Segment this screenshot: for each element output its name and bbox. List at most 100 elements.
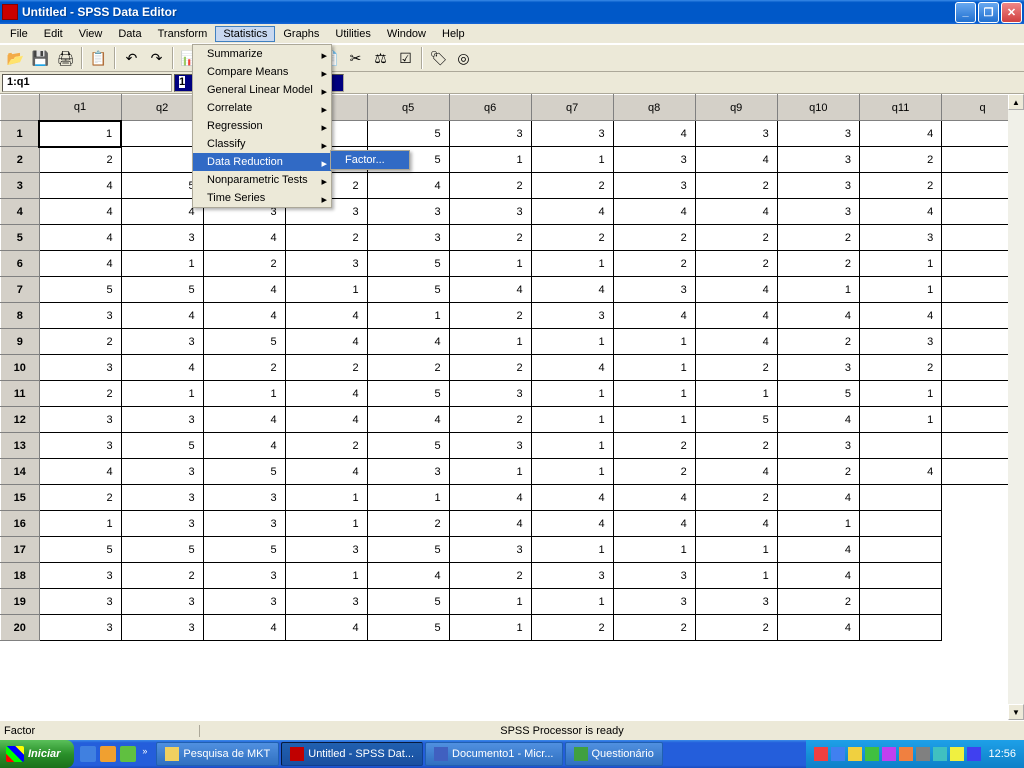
data-cell[interactable]: 3 xyxy=(531,121,613,147)
data-cell[interactable]: 1 xyxy=(449,251,531,277)
data-cell[interactable]: 4 xyxy=(39,225,121,251)
data-cell[interactable]: 1 xyxy=(859,407,941,433)
row-header[interactable]: 17 xyxy=(1,537,40,563)
data-cell[interactable] xyxy=(859,511,941,537)
data-cell[interactable]: 5 xyxy=(695,407,777,433)
data-cell[interactable]: 2 xyxy=(449,303,531,329)
data-cell[interactable]: 2 xyxy=(367,355,449,381)
data-cell[interactable]: 4 xyxy=(859,121,941,147)
data-cell[interactable]: 2 xyxy=(695,485,777,511)
data-cell[interactable]: 4 xyxy=(613,511,695,537)
data-cell[interactable]: 4 xyxy=(531,199,613,225)
data-cell[interactable]: 4 xyxy=(859,459,941,485)
row-header[interactable]: 18 xyxy=(1,563,40,589)
data-cell[interactable]: 1 xyxy=(531,537,613,563)
data-cell[interactable] xyxy=(121,121,203,147)
menu-data[interactable]: Data xyxy=(110,26,149,42)
data-cell[interactable]: 2 xyxy=(203,355,285,381)
data-cell[interactable]: 3 xyxy=(121,589,203,615)
row-header[interactable]: 3 xyxy=(1,173,40,199)
data-cell[interactable]: 4 xyxy=(613,303,695,329)
print-icon[interactable]: 🖨 xyxy=(54,47,77,69)
taskbar-item[interactable]: Untitled - SPSS Dat... xyxy=(281,742,423,766)
tray-icon[interactable] xyxy=(882,747,896,761)
data-cell[interactable]: 2 xyxy=(285,355,367,381)
data-cell[interactable]: 3 xyxy=(203,589,285,615)
data-cell[interactable]: 2 xyxy=(695,251,777,277)
data-cell[interactable]: 5 xyxy=(777,381,859,407)
data-cell[interactable]: 5 xyxy=(367,615,449,641)
data-cell[interactable]: 4 xyxy=(39,459,121,485)
data-cell[interactable]: 1 xyxy=(285,563,367,589)
data-cell[interactable]: 5 xyxy=(367,121,449,147)
data-cell[interactable]: 2 xyxy=(121,563,203,589)
data-cell[interactable]: 2 xyxy=(449,563,531,589)
column-header[interactable]: q11 xyxy=(859,95,941,121)
ie-icon[interactable] xyxy=(80,746,96,762)
data-cell[interactable]: 2 xyxy=(39,485,121,511)
data-cell[interactable]: 3 xyxy=(613,147,695,173)
submenu-item-factor[interactable]: Factor... xyxy=(331,151,409,169)
data-cell[interactable]: 3 xyxy=(39,433,121,459)
data-cell[interactable] xyxy=(859,537,941,563)
data-cell[interactable]: 3 xyxy=(121,485,203,511)
data-cell[interactable]: 5 xyxy=(39,537,121,563)
data-cell[interactable]: 4 xyxy=(777,537,859,563)
data-cell[interactable]: 3 xyxy=(367,459,449,485)
menu-help[interactable]: Help xyxy=(434,26,473,42)
data-cell[interactable]: 2 xyxy=(859,355,941,381)
menu-item-classify[interactable]: Classify▸ xyxy=(193,135,331,153)
data-cell[interactable] xyxy=(859,485,941,511)
data-cell[interactable]: 2 xyxy=(613,225,695,251)
column-header[interactable]: q9 xyxy=(695,95,777,121)
data-cell[interactable]: 4 xyxy=(285,381,367,407)
data-cell[interactable]: 2 xyxy=(695,433,777,459)
menu-item-correlate[interactable]: Correlate▸ xyxy=(193,99,331,117)
data-cell[interactable]: 4 xyxy=(367,329,449,355)
data-cell[interactable]: 2 xyxy=(695,615,777,641)
data-cell[interactable] xyxy=(859,589,941,615)
data-cell[interactable]: 2 xyxy=(449,355,531,381)
row-header[interactable]: 10 xyxy=(1,355,40,381)
data-cell[interactable]: 4 xyxy=(449,277,531,303)
data-cell[interactable]: 4 xyxy=(531,277,613,303)
data-cell[interactable]: 4 xyxy=(695,511,777,537)
data-cell[interactable]: 4 xyxy=(203,225,285,251)
row-header[interactable]: 2 xyxy=(1,147,40,173)
data-cell[interactable]: 4 xyxy=(285,407,367,433)
data-cell[interactable]: 4 xyxy=(203,277,285,303)
tray-icon[interactable] xyxy=(814,747,828,761)
data-cell[interactable]: 4 xyxy=(531,355,613,381)
data-cell[interactable]: 3 xyxy=(203,511,285,537)
data-cell[interactable] xyxy=(859,615,941,641)
data-cell[interactable]: 3 xyxy=(39,355,121,381)
data-cell[interactable]: 1 xyxy=(449,459,531,485)
menu-item-time-series[interactable]: Time Series▸ xyxy=(193,189,331,207)
data-cell[interactable]: 4 xyxy=(449,511,531,537)
data-cell[interactable]: 1 xyxy=(531,147,613,173)
data-cell[interactable]: 1 xyxy=(695,381,777,407)
data-cell[interactable]: 3 xyxy=(613,563,695,589)
data-cell[interactable]: 3 xyxy=(859,329,941,355)
tray-icon[interactable] xyxy=(848,747,862,761)
row-header[interactable]: 6 xyxy=(1,251,40,277)
data-cell[interactable]: 3 xyxy=(203,563,285,589)
data-cell[interactable]: 1 xyxy=(121,381,203,407)
data-cell[interactable]: 3 xyxy=(121,511,203,537)
data-cell[interactable]: 3 xyxy=(859,225,941,251)
data-cell[interactable]: 2 xyxy=(859,173,941,199)
data-cell[interactable]: 4 xyxy=(695,329,777,355)
tray-icon[interactable] xyxy=(933,747,947,761)
column-header[interactable]: q8 xyxy=(613,95,695,121)
tray-icon[interactable] xyxy=(865,747,879,761)
data-cell[interactable]: 2 xyxy=(777,589,859,615)
data-cell[interactable]: 3 xyxy=(695,589,777,615)
dialog-recall-icon[interactable]: 📋 xyxy=(87,47,110,69)
data-cell[interactable]: 1 xyxy=(285,485,367,511)
data-cell[interactable]: 4 xyxy=(859,303,941,329)
data-cell[interactable]: 3 xyxy=(367,199,449,225)
data-cell[interactable]: 1 xyxy=(531,251,613,277)
menu-item-nonparametric-tests[interactable]: Nonparametric Tests▸ xyxy=(193,171,331,189)
data-cell[interactable]: 4 xyxy=(777,485,859,511)
data-cell[interactable]: 3 xyxy=(121,225,203,251)
